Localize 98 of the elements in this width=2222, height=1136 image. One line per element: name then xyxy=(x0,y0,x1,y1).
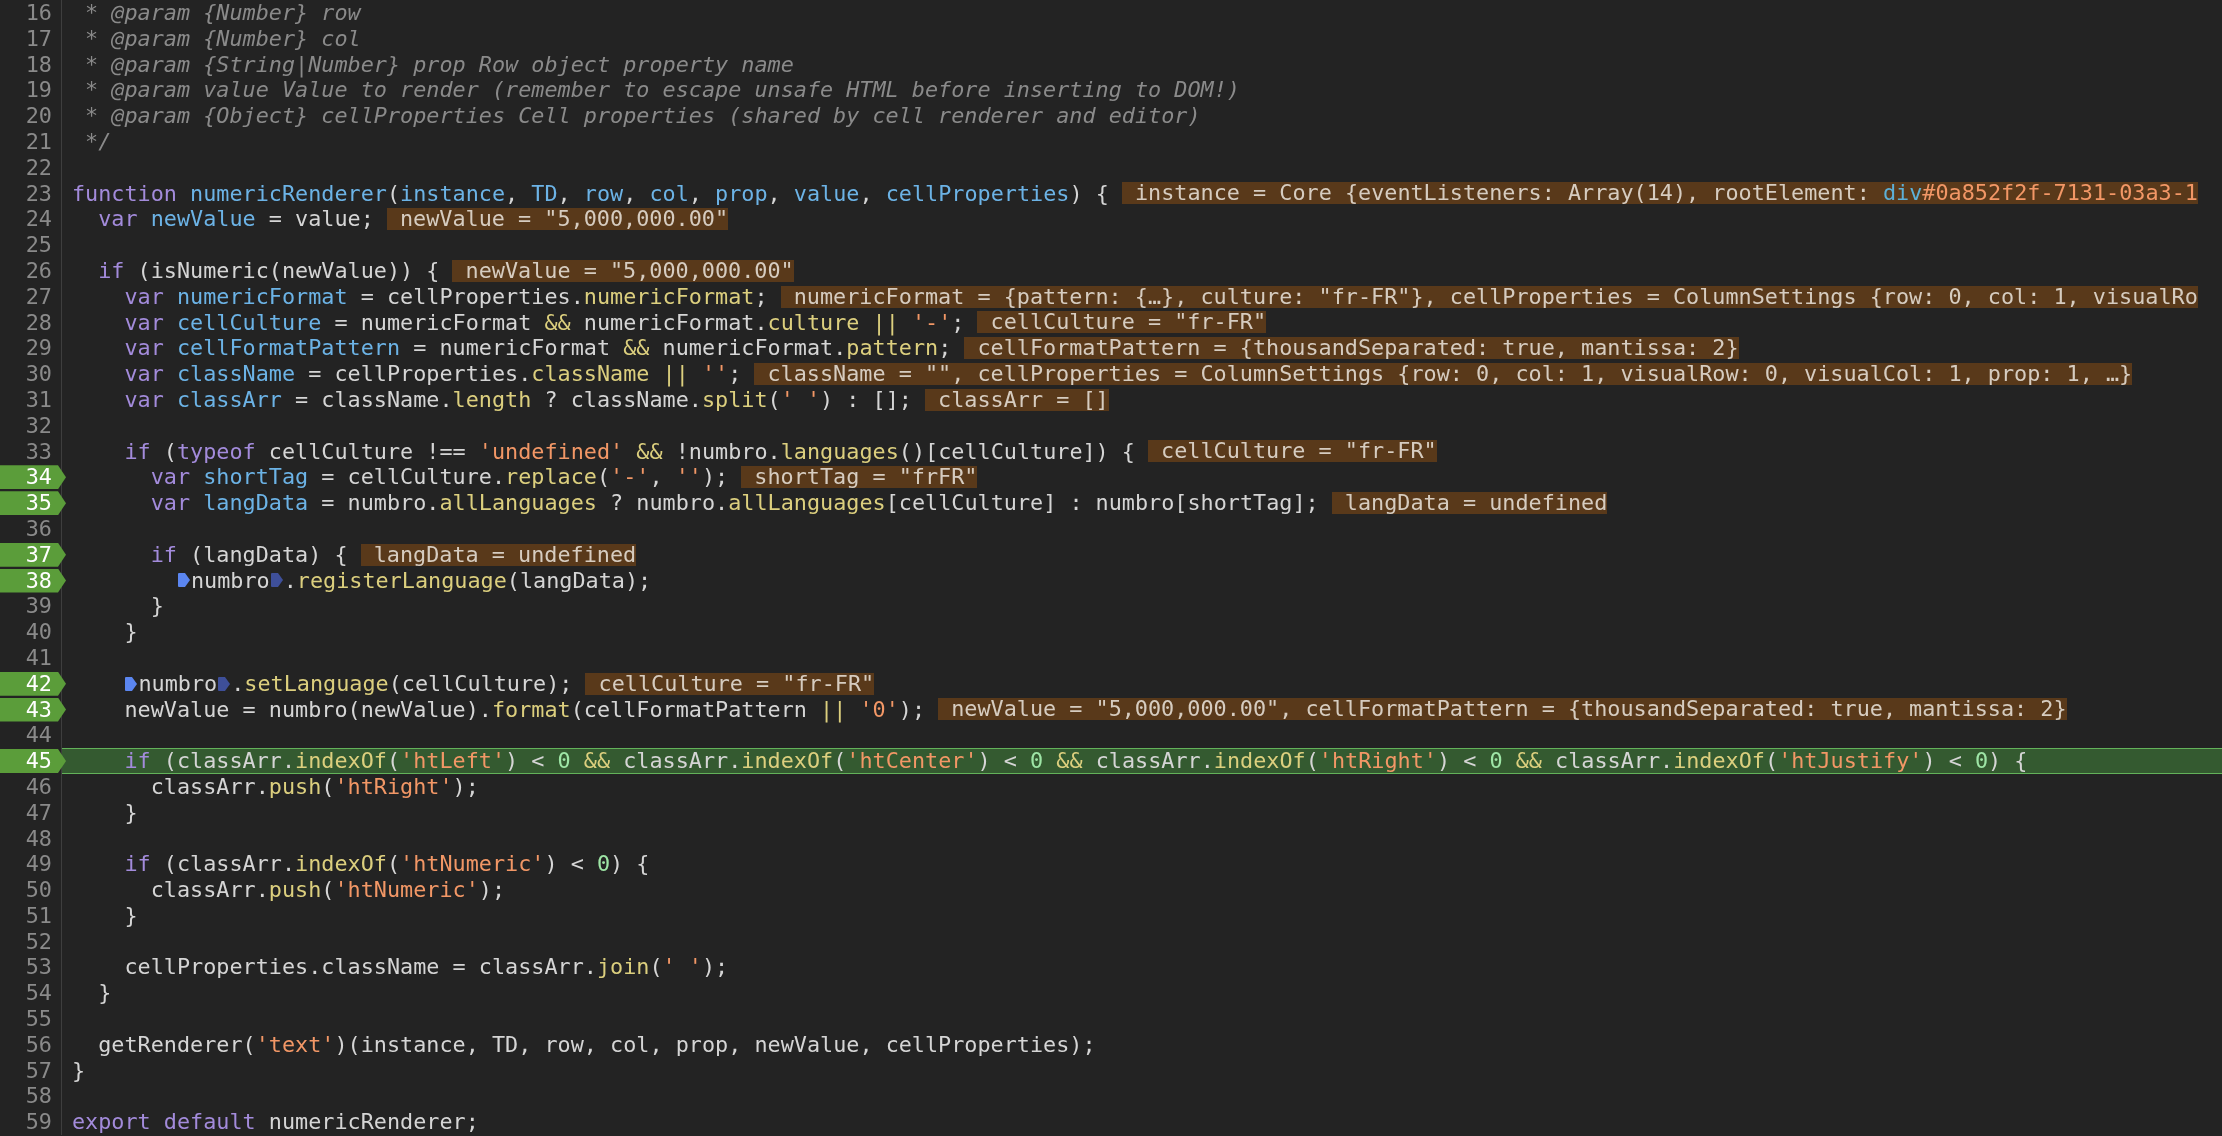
code-text: var langData = numbro.allLanguages ? numbro.allLanguages[cellCulture] : numbro[shortTag]; xyxy=(150,490,1319,516)
code-text: } xyxy=(124,619,138,645)
line-number[interactable]: 50 xyxy=(0,878,66,903)
line-number[interactable]: 40 xyxy=(0,620,66,645)
inline-value: numericFormat = {pattern: {…}, culture: "fr-FR"}, cellProperties = ColumnSettings {row: 0, col: 1, visualRo xyxy=(780,285,2198,308)
inline-value: cellCulture = "fr-FR" xyxy=(585,672,875,695)
line-number[interactable]: 29 xyxy=(0,336,66,361)
line-number[interactable]: 47 xyxy=(0,800,66,825)
inline-value: shortTag = "frFR" xyxy=(741,466,978,489)
code-text: } xyxy=(124,902,138,929)
code-text: } xyxy=(150,593,164,620)
code-text: var classArr = className.length ? className.split(' ') : []; xyxy=(124,386,912,413)
inline-value: langData = undefined xyxy=(1331,492,1608,515)
code-text: var cellFormatPattern = numericFormat && numericFormat.pattern; xyxy=(124,335,952,362)
code-text: var numericFormat = cellProperties.numericFormat; xyxy=(124,283,768,310)
step-marker-icon[interactable] xyxy=(125,676,138,691)
line-number[interactable]: 35 xyxy=(0,491,66,516)
code-text: * @param {String|Number} prop Row object property name xyxy=(84,51,794,78)
line-number[interactable]: 34 xyxy=(0,465,66,490)
line-number[interactable]: 59 xyxy=(0,1110,66,1135)
code-text: if (langData) { xyxy=(150,541,348,568)
line-number[interactable]: 53 xyxy=(0,955,66,980)
line-number[interactable]: 20 xyxy=(0,104,66,129)
line-number[interactable]: 19 xyxy=(0,78,66,103)
code-text: var shortTag = cellCulture.replace('-', ''); xyxy=(150,464,729,491)
line-number[interactable]: 16 xyxy=(0,1,66,25)
line-number[interactable]: 23 xyxy=(0,181,66,206)
line-number[interactable]: 57 xyxy=(0,1058,66,1083)
inline-value: className = "", cellProperties = ColumnSettings {row: 0, col: 1, visualRow: 0, visualCol: 1, prop: 1, …} xyxy=(754,363,2133,386)
code-text: classArr.push('htNumeric'); xyxy=(150,877,506,903)
inline-value: newValue = "5,000,000.00" xyxy=(386,208,729,231)
line-number[interactable]: 28 xyxy=(0,310,66,335)
inline-value: langData = undefined xyxy=(360,543,637,566)
line-number[interactable]: 39 xyxy=(0,594,66,619)
code-text: * @param {Object} cellProperties Cell properties (shared by cell renderer and editor) xyxy=(84,103,1201,129)
code-text: cellProperties.className = classArr.join(' '); xyxy=(124,954,729,981)
line-number[interactable]: 38 xyxy=(0,568,66,593)
inline-value: classArr = [] xyxy=(924,388,1109,411)
line-number[interactable]: 31 xyxy=(0,387,66,412)
line-number[interactable]: 43 xyxy=(0,697,66,722)
code-text: function numericRenderer(instance, TD, row, col, prop, value, cellProperties) { xyxy=(72,180,1109,207)
code-text: var cellCulture = numericFormat && numericFormat.culture || '-'; xyxy=(124,309,965,336)
inline-value: newValue = "5,000,000.00", cellFormatPattern = {thousandSeparated: true, mantissa: 2} xyxy=(938,698,2067,721)
inline-value: instance = Core {eventListeners: Array(14), rootElement: div#0a852f2f-7131-03a3-1 xyxy=(1121,182,2198,205)
line-number[interactable]: 42 xyxy=(0,671,66,696)
line-number[interactable]: 37 xyxy=(0,542,66,567)
step-marker-icon[interactable] xyxy=(270,573,283,588)
code-text: if (typeof cellCulture !== 'undefined' && !numbro.languages()[cellCulture]) { xyxy=(124,438,1135,465)
line-number[interactable]: 36 xyxy=(0,516,66,541)
line-number[interactable]: 51 xyxy=(0,903,66,928)
line-number[interactable]: 25 xyxy=(0,233,66,258)
code-text: getRenderer('text')(instance, TD, row, col, prop, newValue, cellProperties); xyxy=(98,1031,1096,1058)
step-marker-icon[interactable] xyxy=(177,573,190,588)
line-number[interactable]: 58 xyxy=(0,1084,66,1109)
line-number[interactable]: 41 xyxy=(0,645,66,670)
line-number[interactable]: 33 xyxy=(0,439,66,464)
code-text: } xyxy=(124,799,138,826)
line-number[interactable]: 49 xyxy=(0,852,66,877)
line-number[interactable]: 18 xyxy=(0,52,66,77)
line-number[interactable]: 46 xyxy=(0,774,66,799)
code-text: if (classArr.indexOf('htNumeric') < 0) { xyxy=(124,851,650,878)
code-text: * @param value Value to render (remember to escape unsafe HTML before inserting to DOM!) xyxy=(84,77,1240,104)
line-number[interactable]: 52 xyxy=(0,929,66,954)
inline-value: cellFormatPattern = {thousandSeparated: true, mantissa: 2} xyxy=(964,337,1739,360)
line-number[interactable]: 17 xyxy=(0,26,66,51)
inline-value: cellCulture = "fr-FR" xyxy=(1148,440,1437,463)
code-text: if (classArr.indexOf('htLeft') < 0 && classArr.indexOf('htCenter') < 0 && classArr.indexOf('htRight') < 0 && classArr.indexOf('htJustify') < 0) { xyxy=(124,748,2028,774)
code-text: export default numericRenderer; xyxy=(72,1109,479,1136)
line-number[interactable]: 21 xyxy=(0,130,66,154)
line-number[interactable]: 32 xyxy=(0,413,66,438)
code-text: var newValue = value; xyxy=(98,206,374,233)
line-number[interactable]: 26 xyxy=(0,258,66,283)
code-text: if (isNumeric(newValue)) { xyxy=(98,257,440,284)
line-number[interactable]: 22 xyxy=(0,155,66,180)
code-text: classArr.push('htRight'); xyxy=(150,773,479,800)
step-marker-icon[interactable] xyxy=(218,676,231,691)
inline-value: newValue = "5,000,000.00" xyxy=(452,259,794,282)
code-text: * @param {Number} col xyxy=(84,25,361,52)
code-text: newValue = numbro(newValue).format(cellFormatPattern || '0'); xyxy=(124,696,926,723)
line-number[interactable]: 55 xyxy=(0,1007,66,1032)
code-text: numbro xyxy=(190,567,270,594)
line-number[interactable]: 54 xyxy=(0,981,66,1006)
code-text: } xyxy=(72,1057,86,1084)
code-text: } xyxy=(98,980,112,1007)
inline-value: cellCulture = "fr-FR" xyxy=(977,311,1267,334)
line-number[interactable]: 45 xyxy=(0,749,66,774)
code-text: */ xyxy=(84,129,112,155)
line-number[interactable]: 30 xyxy=(0,362,66,387)
code-text: var className = cellProperties.className || ''; xyxy=(124,361,742,387)
code-text: .setLanguage(cellCulture); xyxy=(231,670,573,697)
line-number[interactable]: 56 xyxy=(0,1032,66,1057)
line-number[interactable]: 48 xyxy=(0,826,66,851)
code-text: numbro xyxy=(138,670,218,697)
line-number[interactable]: 44 xyxy=(0,723,66,748)
line-number[interactable]: 24 xyxy=(0,207,66,232)
code-text: .registerLanguage(langData); xyxy=(283,567,652,594)
code-text: * @param {Number} row xyxy=(84,0,361,26)
line-number[interactable]: 27 xyxy=(0,284,66,309)
